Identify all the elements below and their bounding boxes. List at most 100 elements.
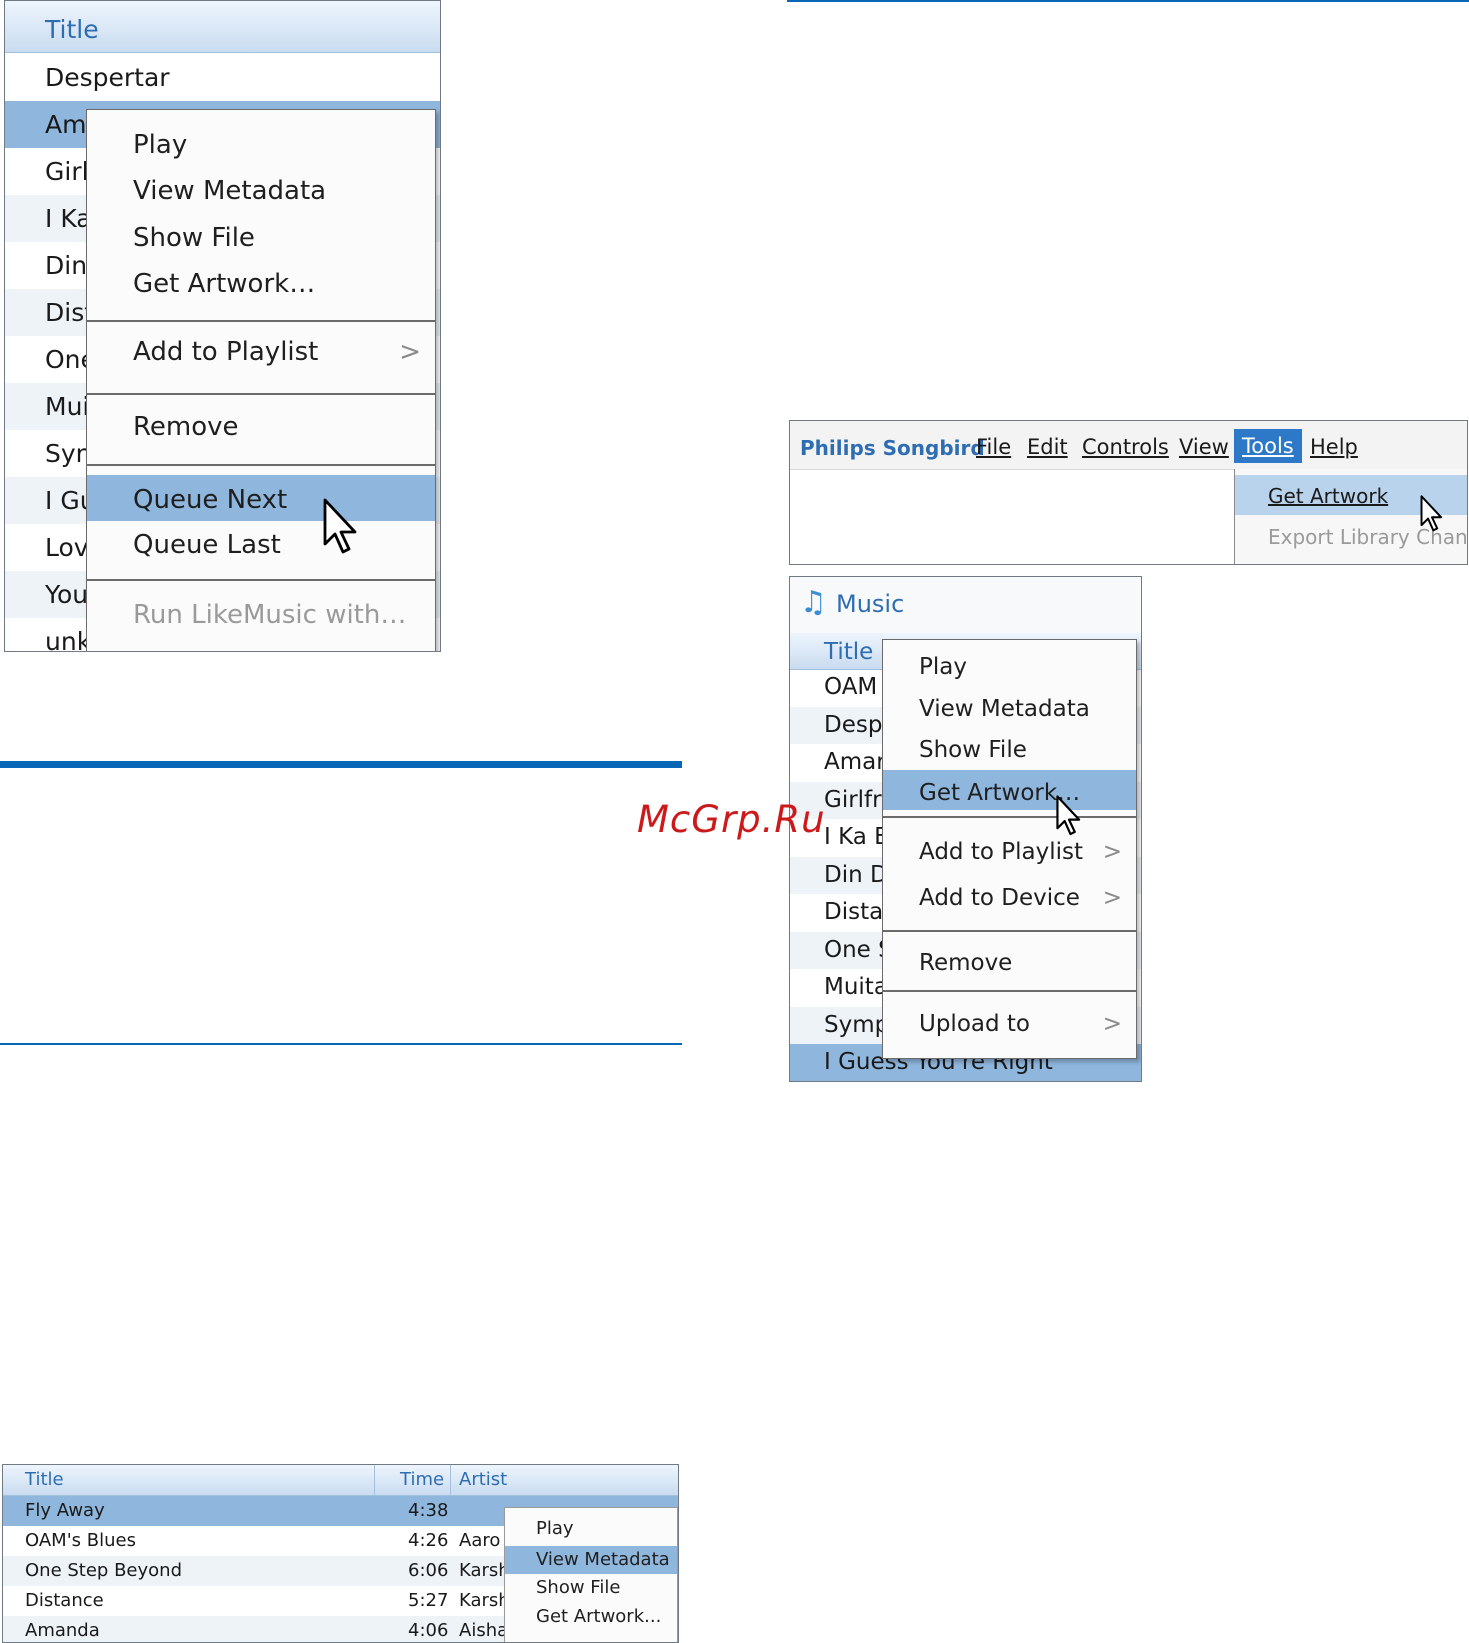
menu-get-artwork[interactable]: Get Artwork... <box>505 1604 677 1630</box>
column-divider <box>374 1465 375 1495</box>
tools-menu-screenshot: Philips Songbird File Edit Controls View… <box>789 420 1468 565</box>
track-row-label: Din <box>45 251 88 280</box>
menu-view-metadata[interactable]: View Metadata <box>87 176 435 212</box>
section-divider <box>0 1043 682 1045</box>
section-divider <box>787 0 1469 2</box>
menu-add-to-device-label: Add to Device <box>919 885 1080 911</box>
track-row-label: Muita <box>824 974 888 1000</box>
menu-queue-next[interactable]: Queue Next <box>87 475 435 521</box>
track-row-label: Symp <box>824 1011 890 1038</box>
menu-play[interactable]: Play <box>883 654 1136 686</box>
track-row-label: Girl <box>45 157 89 186</box>
track-row-label: Girlfr <box>824 786 882 813</box>
menu-add-to-playlist-label: Add to Playlist <box>133 337 319 367</box>
menu-separator <box>883 930 1136 932</box>
cell-title: Amanda <box>25 1620 100 1641</box>
cell-artist: Karsh <box>459 1560 510 1581</box>
music-screenshot: ♫ Music Title OAM Desp Amar Girlfr I Ka E Din… <box>789 576 1142 1082</box>
menu-help[interactable]: Help <box>1310 435 1358 459</box>
context-menu: Play View Metadata Show File Get Artwork… <box>86 109 436 651</box>
track-row-label: Am <box>45 110 87 139</box>
queue-screenshot: Title Despertar Am Girl I Ka Din Dist One Mui Sy… <box>4 0 441 652</box>
cell-title: OAM's Blues <box>25 1530 136 1551</box>
track-row-label: Despertar <box>45 63 170 92</box>
cell-time: 4:06 <box>408 1620 449 1641</box>
menu-show-file[interactable]: Show File <box>883 737 1136 769</box>
cell-title: One Step Beyond <box>25 1560 182 1581</box>
track-row-label: unk <box>45 627 92 652</box>
menu-remove[interactable]: Remove <box>883 950 1136 982</box>
menu-remove[interactable]: Remove <box>87 412 435 448</box>
menu-upload-to-label: Upload to <box>919 1011 1030 1037</box>
menu-play[interactable]: Play <box>87 130 435 166</box>
music-title: Music <box>836 590 905 618</box>
track-row-label: Syn <box>45 439 92 468</box>
track-row-label: Mui <box>45 392 90 421</box>
menu-tools[interactable]: Tools <box>1234 429 1302 463</box>
cell-artist: Karsh <box>459 1590 510 1611</box>
track-row-label: You <box>45 580 89 609</box>
chevron-right-icon: > <box>1102 1011 1122 1037</box>
menu-separator <box>87 320 435 322</box>
column-time[interactable]: Time <box>400 1465 444 1495</box>
chevron-right-icon: > <box>1102 839 1122 865</box>
column-title[interactable]: Title <box>25 1465 64 1495</box>
section-divider-thick <box>0 761 682 768</box>
menu-get-artwork[interactable]: Get Artwork… <box>87 269 435 305</box>
mouse-pointer-icon <box>1056 795 1081 836</box>
menu-file[interactable]: File <box>976 435 1011 459</box>
mouse-pointer-icon <box>1420 495 1443 532</box>
track-row-label: Lov <box>45 533 89 562</box>
cell-time: 6:06 <box>408 1560 449 1581</box>
menu-play[interactable]: Play <box>505 1516 677 1542</box>
menu-separator <box>87 579 435 581</box>
menu-edit[interactable]: Edit <box>1027 435 1068 459</box>
menu-queue-last[interactable]: Queue Last <box>87 530 435 566</box>
menu-separator <box>87 393 435 395</box>
context-menu: Play View Metadata Show File Get Artwork… <box>882 639 1137 1059</box>
cell-time: 4:26 <box>408 1530 449 1551</box>
menu-add-to-playlist[interactable]: Add to Playlist > <box>883 839 1136 871</box>
menu-show-file[interactable]: Show File <box>87 223 435 259</box>
watermark: McGrp.Ru <box>637 798 826 841</box>
track-row-label: OAM <box>824 674 878 700</box>
dropdown-get-artwork-label: Get Artwork <box>1268 484 1389 508</box>
menu-add-to-device[interactable]: Add to Device > <box>883 885 1136 917</box>
menu-add-to-playlist[interactable]: Add to Playlist > <box>87 337 435 373</box>
title-column-header[interactable]: Title <box>5 1 440 53</box>
menu-separator <box>87 464 435 466</box>
menu-run-likemusic: Run LikeMusic with… <box>133 600 407 630</box>
menu-controls[interactable]: Controls <box>1082 435 1169 459</box>
track-row-label: I Ka E <box>824 824 889 850</box>
cell-artist: Aaro <box>459 1530 501 1551</box>
menu-separator <box>883 816 1136 818</box>
column-artist[interactable]: Artist <box>459 1465 507 1495</box>
cell-artist: Aisha <box>459 1620 509 1641</box>
track-row-label: Desp <box>824 711 883 738</box>
chevron-right-icon: > <box>1102 885 1122 911</box>
table-header: Title Time Artist <box>3 1465 678 1496</box>
music-note-icon: ♫ <box>800 585 827 620</box>
cell-title: Fly Away <box>25 1500 105 1521</box>
menu-add-to-playlist-label: Add to Playlist <box>919 839 1083 865</box>
menu-view[interactable]: View <box>1179 435 1229 459</box>
mouse-pointer-icon <box>323 498 357 554</box>
cell-time: 5:27 <box>408 1590 449 1611</box>
track-row-label: Amar <box>824 749 886 775</box>
track-row-label: Dista <box>824 899 884 925</box>
track-row-label: Din D <box>824 861 888 888</box>
menu-view-metadata[interactable]: View Metadata <box>883 696 1136 728</box>
context-menu: Play View Metadata Show File Get Artwork… <box>504 1507 678 1642</box>
menu-view-metadata[interactable]: View Metadata <box>505 1546 677 1574</box>
chevron-right-icon: > <box>399 337 421 367</box>
menu-separator <box>883 990 1136 992</box>
menu-get-artwork[interactable]: Get Artwork… <box>883 770 1136 810</box>
cell-title: Distance <box>25 1590 104 1611</box>
cell-time: 4:38 <box>408 1500 449 1521</box>
menu-upload-to[interactable]: Upload to > <box>883 1011 1136 1043</box>
table-screenshot: Title Time Artist Fly Away 4:38 OAM's Blue… <box>2 1464 679 1643</box>
menu-show-file[interactable]: Show File <box>505 1575 677 1601</box>
app-name: Philips Songbird <box>800 436 985 460</box>
track-row-label: I Ka <box>45 204 92 233</box>
track-row[interactable]: Despertar <box>5 54 440 101</box>
